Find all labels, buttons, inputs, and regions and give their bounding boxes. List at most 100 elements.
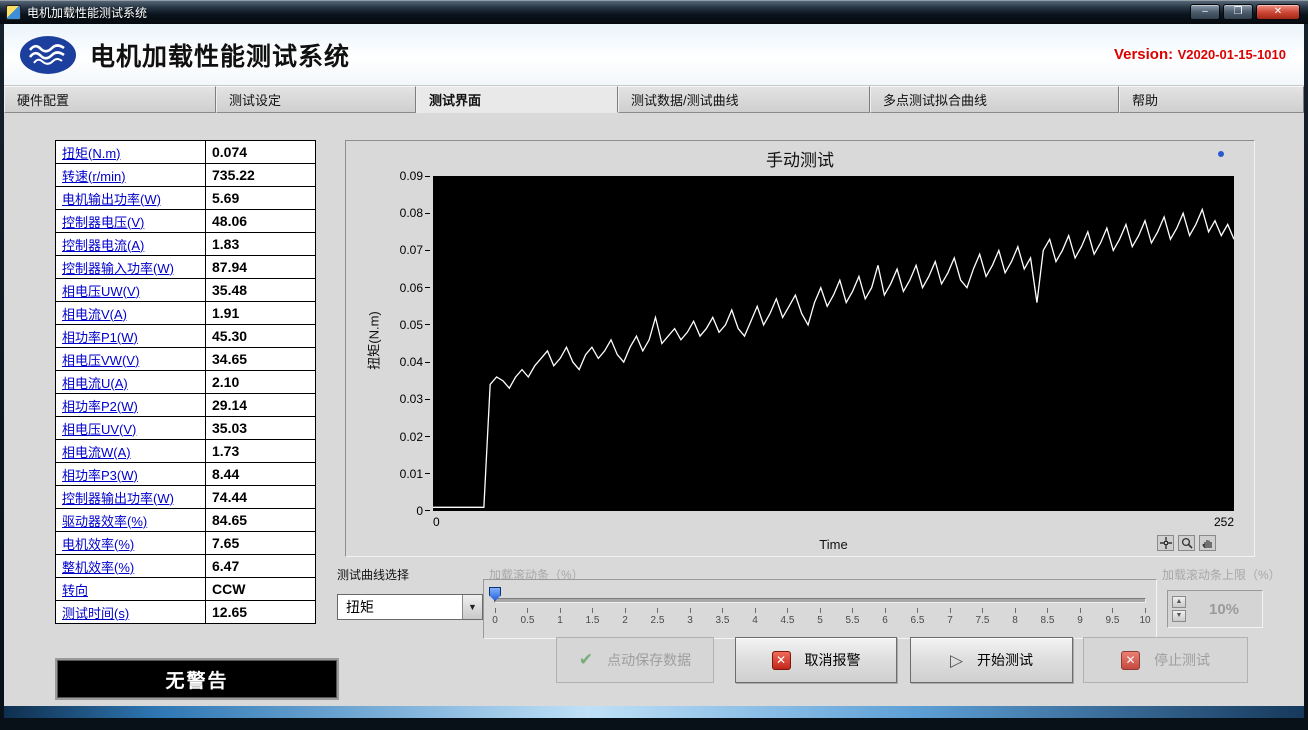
save-data-label: 点动保存数据 (607, 650, 691, 670)
measurement-value: 0.074 (206, 141, 316, 164)
slider-tick: 6 (878, 608, 892, 626)
tab-label: 帮助 (1132, 90, 1158, 109)
measurement-label: 控制器电流(A) (56, 233, 206, 256)
close-button[interactable]: ✕ (1256, 4, 1300, 20)
measurement-label: 控制器输出功率(W) (56, 486, 206, 509)
cursor-tool-icon[interactable] (1157, 535, 1174, 551)
slider-tick: 4 (748, 608, 762, 626)
x-axis-ticks: 0 252 (433, 515, 1234, 529)
spinner-arrows: ▲ ▼ (1172, 596, 1186, 622)
table-row: 相电压UW(V) 35.48 (56, 279, 316, 302)
measurement-value: 87.94 (206, 256, 316, 279)
spinner-up-icon[interactable]: ▲ (1172, 596, 1186, 608)
maximize-button[interactable]: ❐ (1223, 4, 1253, 20)
table-row: 相电流V(A) 1.91 (56, 302, 316, 325)
tab-bar: 硬件配置 测试设定 测试界面 测试数据/测试曲线 多点测试拟合曲线 (4, 86, 1304, 113)
upper-limit-value: 10% (1190, 601, 1258, 618)
y-tick-label: 0.01 (376, 466, 430, 482)
y-tick-label: 0.09 (376, 168, 430, 184)
company-logo-icon (18, 33, 78, 77)
play-icon: ▷ (950, 652, 963, 669)
tab[interactable]: 多点测试拟合曲线 (870, 86, 1119, 113)
pan-hand-tool-icon[interactable] (1199, 535, 1216, 551)
tab[interactable]: 测试设定 (216, 86, 416, 113)
y-tick-label: 0.02 (376, 429, 430, 445)
measurement-value: 8.44 (206, 463, 316, 486)
upper-limit-spinner[interactable]: ▲ ▼ 10% (1167, 590, 1263, 628)
version-label: Version: (1114, 46, 1173, 63)
table-row: 控制器输出功率(W) 74.44 (56, 486, 316, 509)
y-tick-label: 0.04 (376, 354, 430, 370)
measurement-value: 84.65 (206, 509, 316, 532)
y-axis-ticks: 0.09 0.08 0.07 0.06 (376, 168, 430, 519)
tab[interactable]: 帮助 (1119, 86, 1304, 113)
upper-limit-label: 加载滚动条上限（%） (1162, 566, 1281, 583)
slider-tick: 3.5 (716, 608, 730, 626)
y-tick-label: 0.05 (376, 317, 430, 333)
table-row: 整机效率(%) 6.47 (56, 555, 316, 578)
curve-select-dropdown[interactable]: 扭矩 ▼ (337, 594, 483, 620)
tab-label: 测试界面 (429, 90, 481, 109)
measurement-value: 74.44 (206, 486, 316, 509)
app-icon (6, 5, 21, 20)
measurement-value: 6.47 (206, 555, 316, 578)
measurement-table: 扭矩(N.m) 0.074 转速(r/min) 735.22 电机输出功率(W)… (55, 140, 316, 624)
page-title: 电机加载性能测试系统 (90, 37, 350, 73)
title-bar: 电机加载性能测试系统 – ❐ ✕ (0, 0, 1308, 24)
measurement-label: 转速(r/min) (56, 164, 206, 187)
slider-tick: 10 (1138, 608, 1152, 626)
table-row: 相电压UV(V) 35.03 (56, 417, 316, 440)
measurement-value: 7.65 (206, 532, 316, 555)
zoom-tool-icon[interactable] (1178, 535, 1195, 551)
x-axis-title: Time (433, 537, 1234, 552)
table-row: 驱动器效率(%) 84.65 (56, 509, 316, 532)
slider-tick-labels: 0 0.5 1 1.5 (488, 608, 1152, 626)
minimize-button[interactable]: – (1190, 4, 1220, 20)
measurement-label: 驱动器效率(%) (56, 509, 206, 532)
table-row: 转速(r/min) 735.22 (56, 164, 316, 187)
measurement-value: 12.65 (206, 601, 316, 624)
tab[interactable]: 测试界面 (416, 86, 618, 113)
window-title: 电机加载性能测试系统 (27, 4, 147, 21)
y-tick-label: 0.03 (376, 391, 430, 407)
measurement-label: 相电压VW(V) (56, 348, 206, 371)
window-bottom-border (4, 706, 1304, 718)
chevron-down-icon[interactable]: ▼ (462, 595, 482, 619)
stop-test-button[interactable]: ✕ 停止测试 (1083, 637, 1248, 683)
cancel-alarm-button[interactable]: ✕ 取消报警 (735, 637, 897, 683)
load-slider[interactable]: 0 0.5 1 1.5 (483, 579, 1157, 639)
save-data-button[interactable]: ✔ 点动保存数据 (556, 637, 714, 683)
measurement-label: 相功率P3(W) (56, 463, 206, 486)
slider-tick: 2.5 (651, 608, 665, 626)
tab-label: 多点测试拟合曲线 (883, 90, 987, 109)
slider-tick: 4.5 (781, 608, 795, 626)
measurement-label: 相电压UV(V) (56, 417, 206, 440)
measurement-value: 735.22 (206, 164, 316, 187)
slider-track[interactable] (494, 598, 1146, 603)
chart-title: 手动测试 (346, 146, 1254, 171)
slider-tick: 5.5 (846, 608, 860, 626)
table-row: 扭矩(N.m) 0.074 (56, 141, 316, 164)
y-tick-label: 0.08 (376, 205, 430, 221)
start-test-button[interactable]: ▷ 开始测试 (910, 637, 1073, 683)
tab-label: 硬件配置 (17, 90, 69, 109)
red-x-icon: ✕ (1121, 651, 1140, 670)
measurement-label: 转向 (56, 578, 206, 601)
table-row: 相功率P2(W) 29.14 (56, 394, 316, 417)
tab[interactable]: 测试数据/测试曲线 (618, 86, 870, 113)
slider-tick: 7 (943, 608, 957, 626)
spinner-down-icon[interactable]: ▼ (1172, 610, 1186, 622)
measurement-value: 48.06 (206, 210, 316, 233)
slider-tick: 9.5 (1106, 608, 1120, 626)
slider-tick: 8 (1008, 608, 1022, 626)
measurement-label: 电机效率(%) (56, 532, 206, 555)
table-row: 相电流W(A) 1.73 (56, 440, 316, 463)
tab[interactable]: 硬件配置 (4, 86, 216, 113)
app-header: 电机加载性能测试系统 Version: V2020-01-15-1010 (4, 24, 1304, 86)
window-controls: – ❐ ✕ (1190, 4, 1302, 20)
slider-tick: 0.5 (521, 608, 535, 626)
measurement-label: 测试时间(s) (56, 601, 206, 624)
version-info: Version: V2020-01-15-1010 (1114, 46, 1286, 64)
app-window: 电机加载性能测试系统 – ❐ ✕ 电机加载性能测试系统 Version: V20… (0, 0, 1308, 730)
window-frame: 电机加载性能测试系统 Version: V2020-01-15-1010 硬件配… (4, 24, 1304, 718)
